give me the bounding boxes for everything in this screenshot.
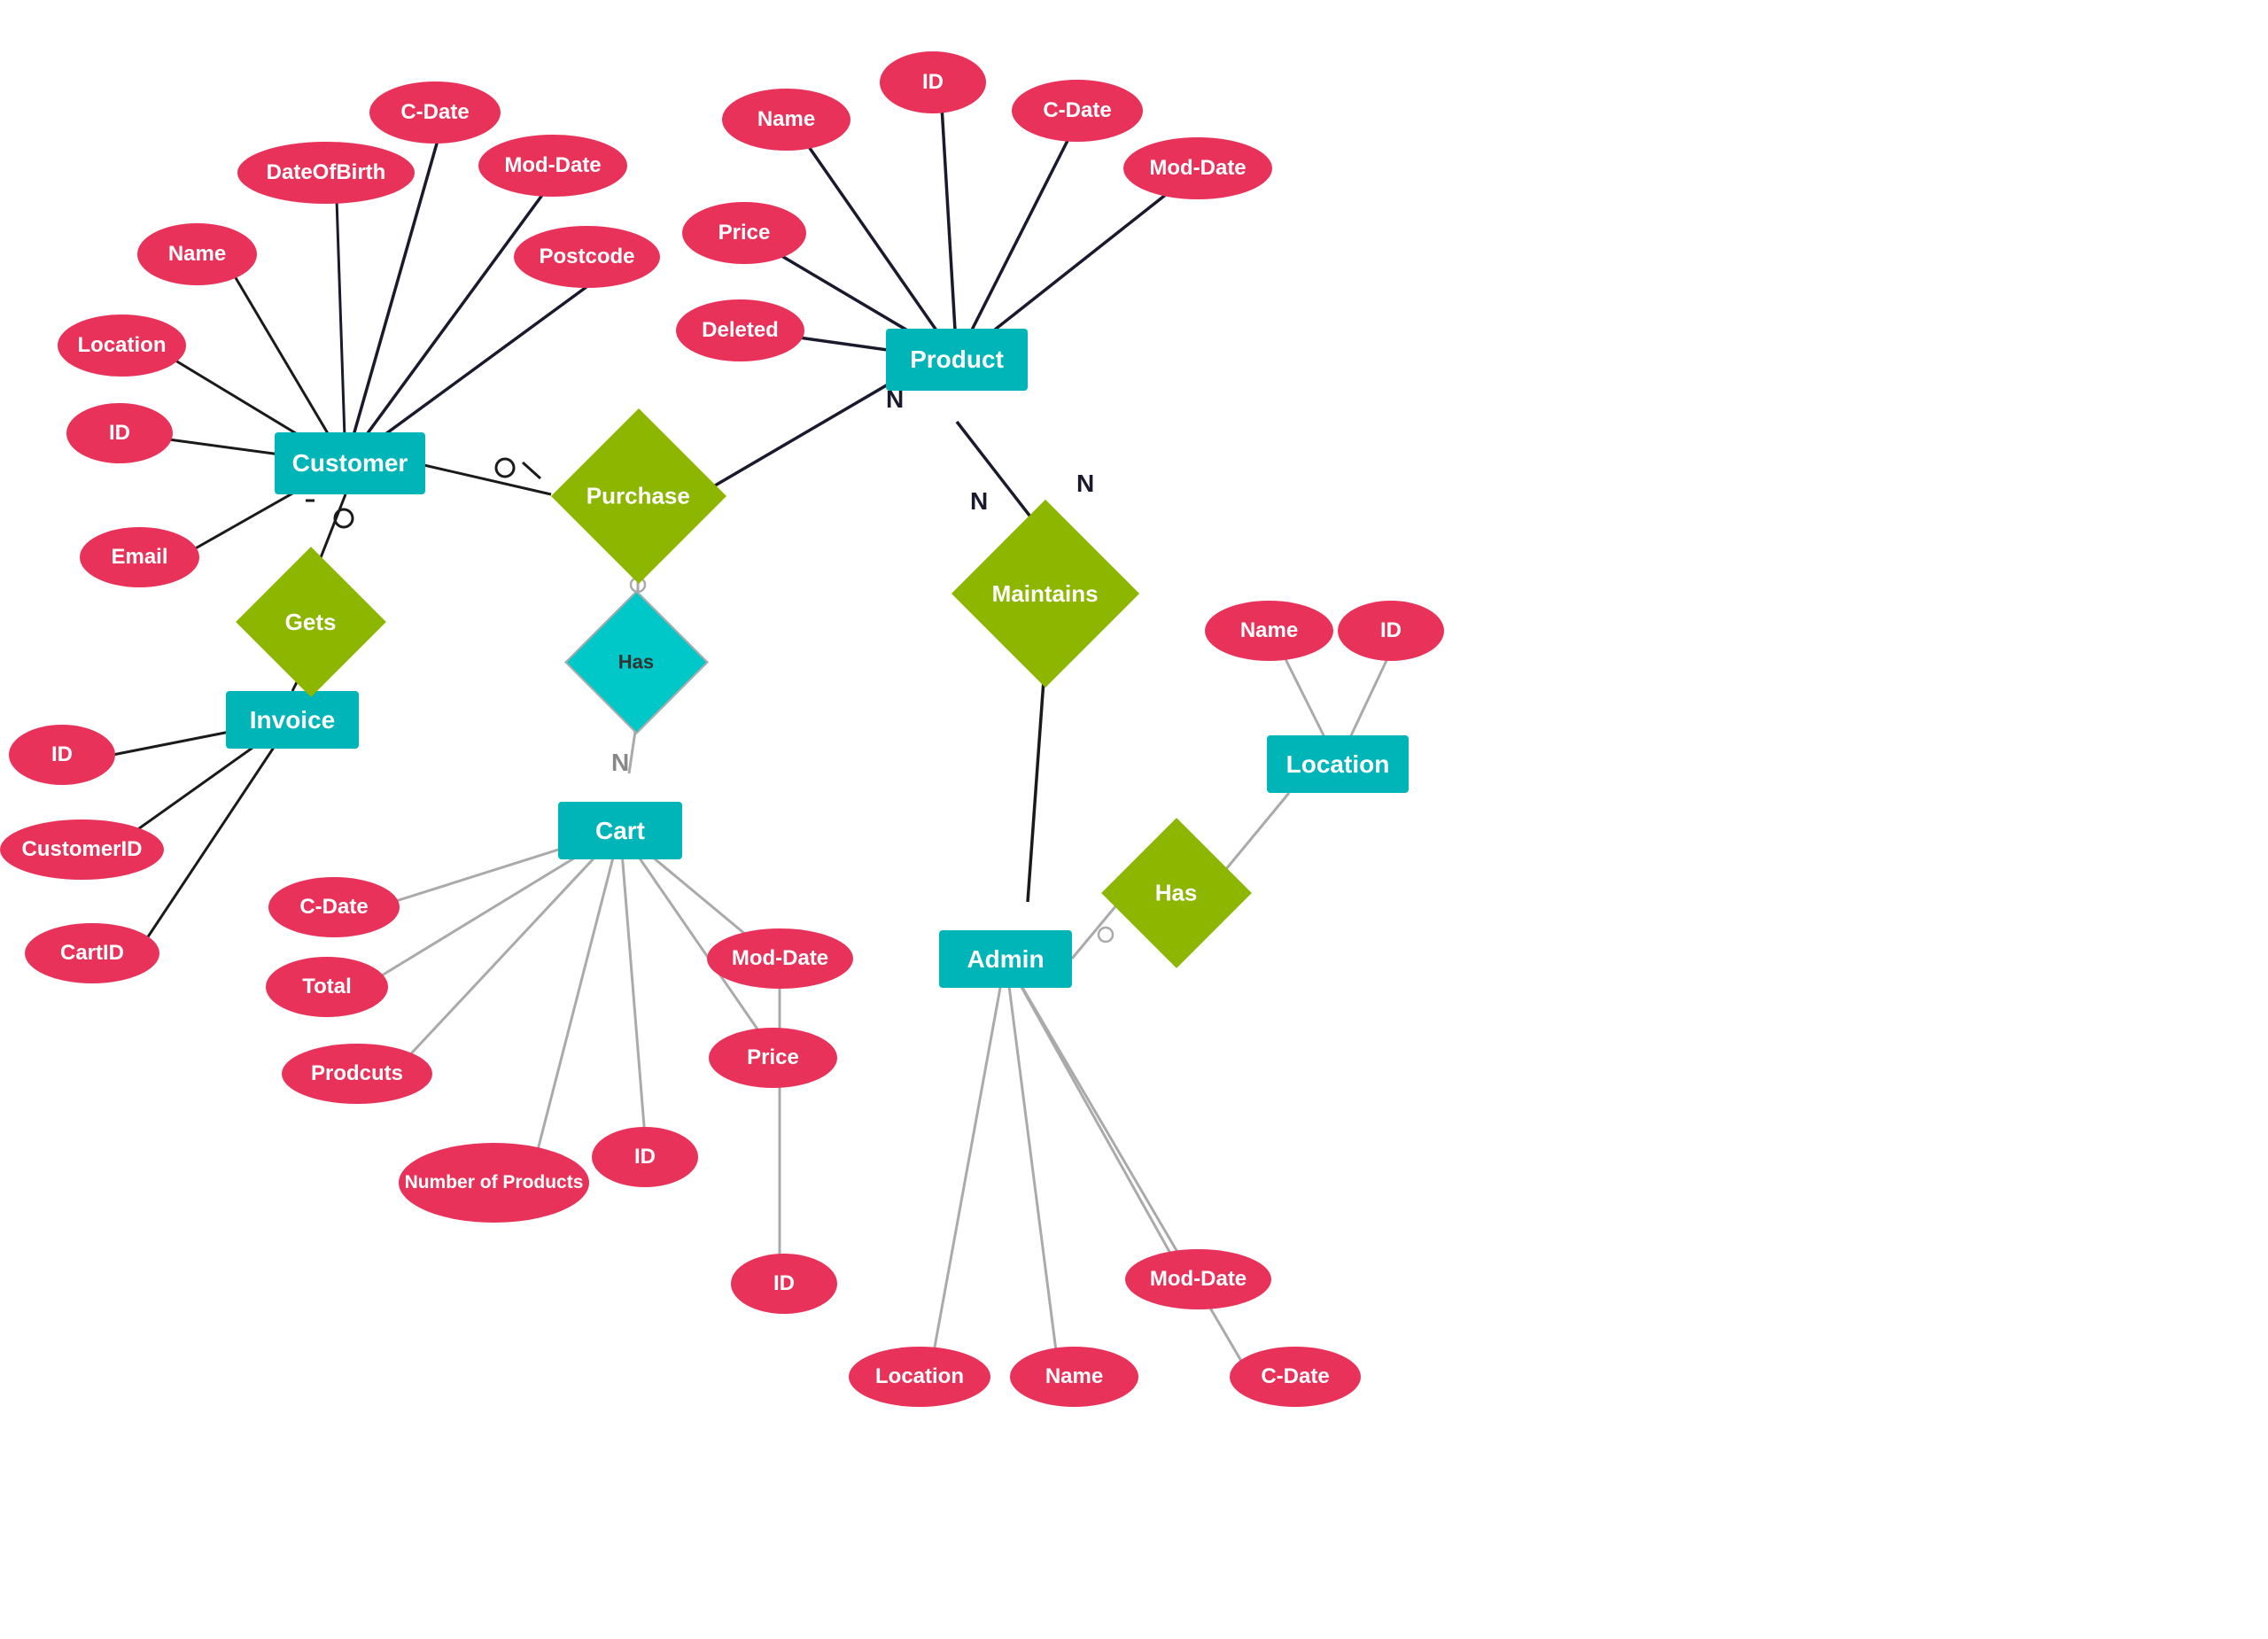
prod-moddate-attr: Mod-Date: [1123, 137, 1272, 199]
cust-id-attr: ID: [66, 403, 173, 463]
location-entity: Location: [1267, 735, 1409, 793]
admin-entity: Admin: [939, 930, 1072, 988]
cart-cdate-attr: C-Date: [268, 877, 400, 937]
cust-location-attr: Location: [58, 315, 186, 377]
cust-dob-attr: DateOfBirth: [237, 142, 415, 204]
admin-name-attr: Name: [1010, 1347, 1138, 1407]
cust-moddate-attr: Mod-Date: [478, 135, 627, 197]
inv-cartid-attr: CartID: [25, 923, 159, 983]
cart-products-attr: Prodcuts: [282, 1044, 432, 1104]
cust-email-attr: Email: [80, 527, 199, 587]
admin-moddate-attr: Mod-Date: [1125, 1249, 1271, 1309]
cust-name-attr: Name: [137, 223, 257, 285]
svg-text:N: N: [611, 749, 629, 776]
admin-location-attr: Location: [849, 1347, 990, 1407]
cart-id-attr: ID: [592, 1127, 698, 1187]
cart-price-attr: Price: [709, 1028, 837, 1088]
cust-cdate-attr: C-Date: [369, 82, 501, 144]
loc-name-attr: Name: [1205, 601, 1333, 661]
prod-id-attr: ID: [880, 51, 986, 113]
cart-numprods-attr: Number of Products: [399, 1143, 589, 1223]
cart-moddate-attr: Mod-Date: [707, 928, 853, 989]
loc-id-attr: ID: [1338, 601, 1444, 661]
svg-text:N: N: [970, 487, 988, 515]
prod-price-attr: Price: [682, 202, 806, 264]
prod-deleted-attr: Deleted: [676, 299, 804, 361]
customer-entity: Customer: [275, 432, 425, 494]
prod-cdate-attr: C-Date: [1012, 80, 1143, 142]
cust-postcode-attr: Postcode: [514, 226, 660, 288]
svg-text:N: N: [1076, 470, 1094, 497]
prod-name-attr: Name: [722, 89, 850, 151]
admin-cdate-attr: C-Date: [1230, 1347, 1361, 1407]
inv-custid-attr: CustomerID: [0, 820, 164, 880]
cart-entity: Cart: [558, 802, 682, 859]
cart-total-attr: Total: [266, 957, 388, 1017]
inv-id-attr: ID: [9, 725, 115, 785]
invoice-entity: Invoice: [226, 691, 359, 749]
purch-id-attr: ID: [731, 1254, 837, 1314]
product-entity: Product: [886, 329, 1028, 391]
